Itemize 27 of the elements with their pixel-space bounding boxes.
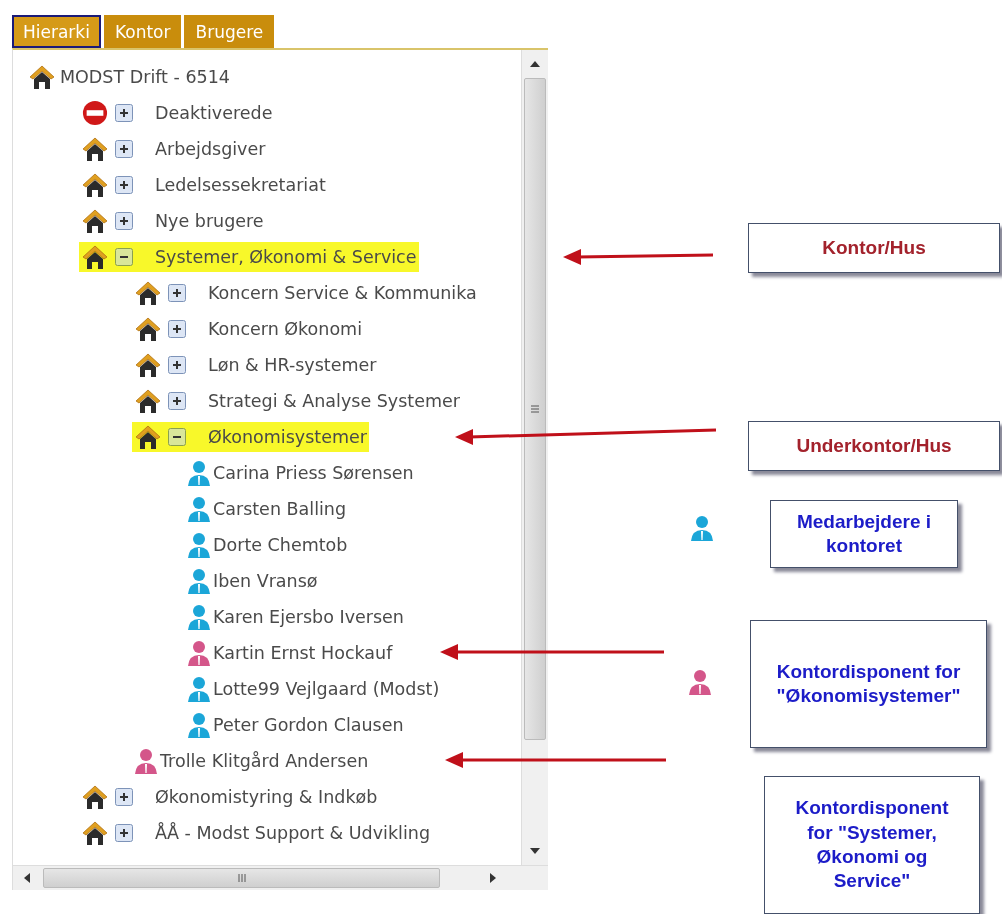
tree-item[interactable]: Peter Gordon Clausen xyxy=(185,710,406,740)
tree-item[interactable]: MODST Drift - 6514 xyxy=(26,62,232,92)
callout-label: Medarbejdere i kontoret xyxy=(770,500,958,568)
highlighted-tree-item[interactable]: Økonomisystemer xyxy=(132,422,369,452)
tree-item[interactable]: Trolle Klitgård Andersen xyxy=(132,746,371,776)
tree-item[interactable]: Løn & HR-systemer xyxy=(132,350,379,380)
callout-label: Kontordisponent for "Systemer, Økonomi og Service" xyxy=(764,776,980,914)
tree-item[interactable]: Ledelsessekretariat xyxy=(79,170,328,200)
tree-item[interactable]: Dorte Chemtob xyxy=(185,530,350,560)
tree-item[interactable]: Strategi & Analyse Systemer xyxy=(132,386,462,416)
tree-item[interactable]: Kartin Ernst Hockauf xyxy=(185,638,395,668)
tree-item[interactable]: Deaktiverede xyxy=(79,98,275,128)
tree-item[interactable]: Arbejdsgiver xyxy=(79,134,268,164)
tree-item[interactable]: Carina Priess Sørensen xyxy=(185,458,416,488)
tree-item[interactable]: Koncern Service & Kommunika xyxy=(132,278,479,308)
tree-item[interactable]: Karen Ejersbo Iversen xyxy=(185,602,406,632)
tree-item[interactable]: Lotte99 Vejlgaard (Modst) xyxy=(185,674,442,704)
highlighted-tree-item[interactable]: Systemer, Økonomi & Service xyxy=(79,242,419,272)
tree-item[interactable]: Carsten Balling xyxy=(185,494,349,524)
callout-label: Kontordisponent for "Økonomisystemer" xyxy=(750,620,987,748)
tree-item[interactable]: Iben Vransø xyxy=(185,566,320,596)
tree-item[interactable]: Nye brugere xyxy=(79,206,266,236)
tree-item[interactable]: ÅÅ - Modst Support & Udvikling xyxy=(79,818,432,848)
tree-item[interactable]: Økonomistyring & Indkøb xyxy=(79,782,380,812)
callout-label: Kontor/Hus xyxy=(748,223,1000,273)
tree-item[interactable]: Koncern Økonomi xyxy=(132,314,365,344)
callout-label: Underkontor/Hus xyxy=(748,421,1000,471)
